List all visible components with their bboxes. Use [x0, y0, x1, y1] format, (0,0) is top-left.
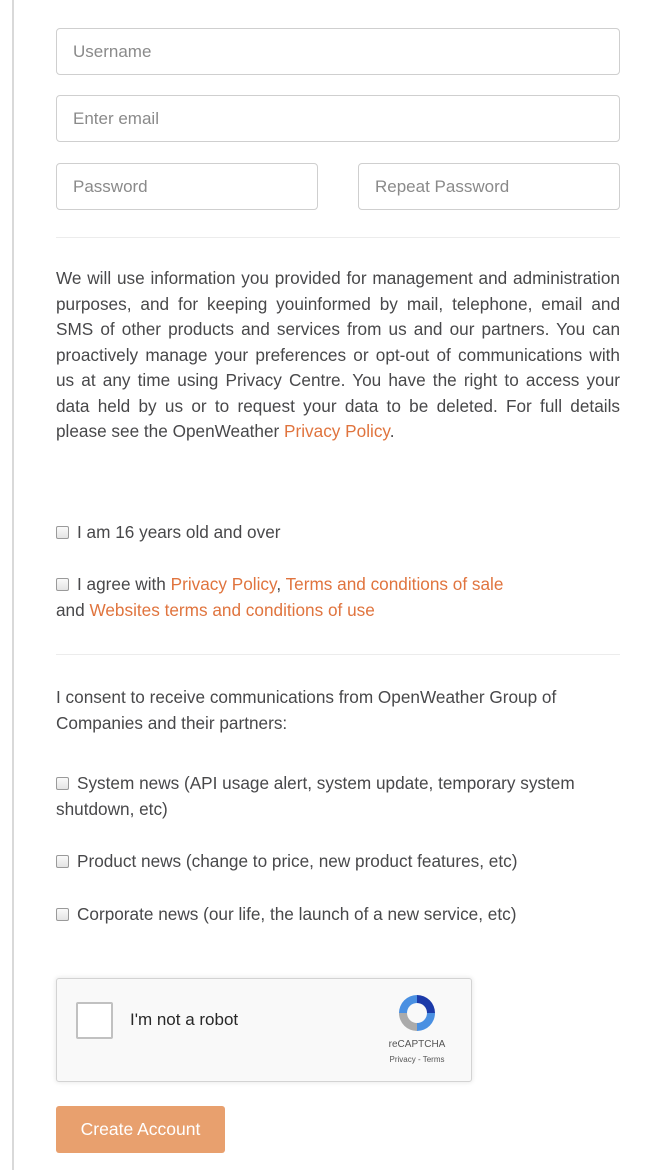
- repeat-password-input[interactable]: [358, 163, 620, 210]
- age-label: I am 16 years old and over: [77, 522, 281, 542]
- age-checkbox[interactable]: [56, 526, 69, 539]
- consent-option-label: Corporate news (our life, the launch of …: [77, 904, 517, 924]
- consent-option-system-news: System news (API usage alert, system upd…: [56, 771, 596, 822]
- recaptcha-checkbox[interactable]: [76, 1002, 113, 1039]
- divider: [56, 654, 620, 655]
- create-account-button[interactable]: Create Account: [56, 1106, 225, 1153]
- age-confirmation: I am 16 years old and over: [56, 520, 620, 546]
- privacy-notice-text: We will use information you provided for…: [56, 268, 620, 441]
- recaptcha-terms-link[interactable]: Privacy - Terms: [357, 1055, 477, 1064]
- agree-prefix: I agree with: [77, 574, 171, 594]
- consent-option-corporate-news: Corporate news (our life, the launch of …: [56, 902, 620, 928]
- privacy-policy-link[interactable]: Privacy Policy: [284, 421, 390, 441]
- consent-option-product-news: Product news (change to price, new produ…: [56, 849, 620, 875]
- product-news-checkbox[interactable]: [56, 855, 69, 868]
- terms-checkbox[interactable]: [56, 578, 69, 591]
- page-left-border: [12, 0, 14, 1170]
- comma: ,: [276, 574, 286, 594]
- recaptcha-label: I'm not a robot: [130, 1010, 239, 1029]
- password-input[interactable]: [56, 163, 318, 210]
- recaptcha-logo-icon: [399, 995, 435, 1031]
- and-text: and: [56, 599, 90, 620]
- recaptcha-brand: reCAPTCHA: [388, 1039, 446, 1050]
- consent-option-label: Product news (change to price, new produ…: [77, 851, 518, 871]
- recaptcha-widget: I'm not a robot reCAPTCHA Privacy - Term…: [56, 978, 472, 1082]
- terms-agreement: I agree with Privacy Policy, Terms and c…: [56, 572, 526, 623]
- privacy-notice: We will use information you provided for…: [56, 266, 620, 445]
- system-news-checkbox[interactable]: [56, 777, 69, 790]
- privacy-notice-end: .: [389, 421, 395, 441]
- username-input[interactable]: [56, 28, 620, 75]
- divider: [56, 237, 620, 238]
- consent-option-label: System news (API usage alert, system upd…: [56, 773, 575, 819]
- corporate-news-checkbox[interactable]: [56, 908, 69, 921]
- privacy-policy-link[interactable]: Privacy Policy: [171, 574, 277, 594]
- terms-of-sale-link[interactable]: Terms and conditions of sale: [286, 574, 504, 594]
- consent-intro: I consent to receive communications from…: [56, 687, 557, 733]
- email-input[interactable]: [56, 95, 620, 142]
- website-terms-link[interactable]: Websites terms and conditions of use: [89, 600, 374, 620]
